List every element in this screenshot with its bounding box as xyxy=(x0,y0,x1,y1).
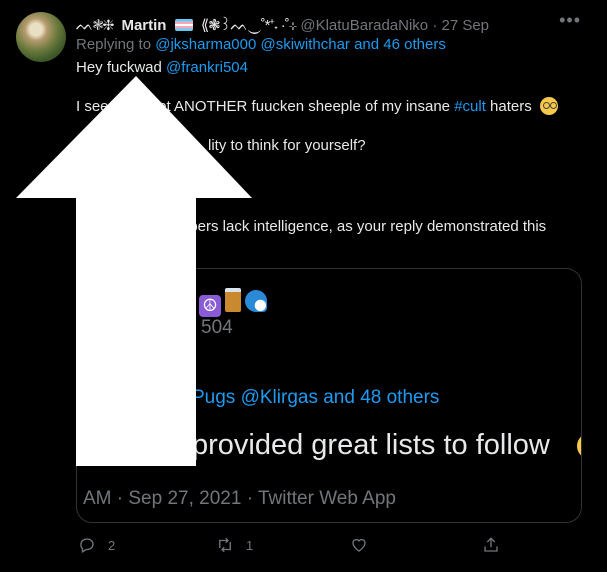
up-arrow-overlay xyxy=(16,76,252,466)
